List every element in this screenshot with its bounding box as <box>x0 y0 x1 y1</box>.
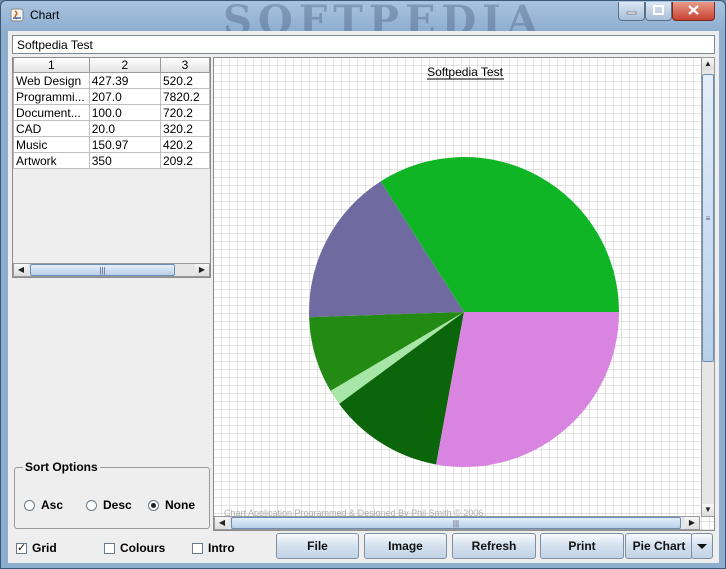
image-button[interactable]: Image <box>364 533 447 559</box>
client-area: Softpedia Test 1 2 3 Web Design 427.39 5… <box>8 31 719 563</box>
maximize-icon <box>653 5 664 15</box>
column-header[interactable]: 3 <box>159 58 210 73</box>
table-cell[interactable]: 20.0 <box>88 120 161 137</box>
grid-checkbox[interactable]: ✓ Grid <box>16 541 57 555</box>
scroll-right-button[interactable]: ▶ <box>195 264 209 276</box>
scroll-thumb[interactable]: ||| <box>231 517 681 529</box>
chart-title: Softpedia Test <box>427 65 503 79</box>
sort-options-title: Sort Options <box>23 460 100 474</box>
scroll-thumb[interactable]: ≡ <box>702 74 714 362</box>
chart-panel: Softpedia Test Chart Application Program… <box>213 57 715 531</box>
table-cell[interactable]: 320.2 <box>159 120 210 137</box>
table-cell[interactable]: Programmi... <box>13 88 90 105</box>
table-header-row: 1 2 3 <box>13 58 210 73</box>
radio-indicator <box>24 499 35 511</box>
table-row: Music 150.97 420.2 <box>13 136 210 153</box>
table-cell[interactable]: 520.2 <box>159 72 210 89</box>
table-cell[interactable]: 420.2 <box>159 136 210 153</box>
radio-indicator <box>148 499 159 511</box>
table-row: CAD 20.0 320.2 <box>13 120 210 137</box>
column-header[interactable]: 2 <box>88 58 161 73</box>
table-row: Artwork 350 209.2 <box>13 152 210 169</box>
checkbox-indicator: ✓ <box>16 541 27 554</box>
table-cell[interactable]: 209.2 <box>159 152 210 169</box>
scroll-up-button[interactable]: ▲ <box>702 58 714 70</box>
java-icon <box>10 8 24 22</box>
data-table: 1 2 3 Web Design 427.39 520.2 Programmi.… <box>13 58 210 169</box>
table-cell[interactable]: 7820.2 <box>159 88 210 105</box>
checkbox-indicator <box>192 542 203 554</box>
sort-asc-radio[interactable]: Asc <box>24 498 63 512</box>
print-button[interactable]: Print <box>540 533 624 559</box>
pie-chart: Softpedia Test Chart Application Program… <box>214 58 714 530</box>
table-horizontal-scrollbar[interactable]: ◀ ||| ▶ <box>13 263 210 277</box>
sort-options-group: Sort Options Asc Desc None <box>14 460 210 529</box>
intro-checkbox[interactable]: Intro <box>192 541 235 555</box>
table-cell[interactable]: Music <box>13 136 90 153</box>
table-cell[interactable]: Artwork <box>13 152 90 169</box>
radio-indicator <box>86 499 97 511</box>
radio-label: Asc <box>41 498 64 512</box>
column-header[interactable]: 1 <box>13 58 90 73</box>
scroll-thumb[interactable]: ||| <box>30 264 175 276</box>
pie-slices <box>309 157 619 468</box>
close-icon <box>688 5 699 15</box>
scroll-left-button[interactable]: ◀ <box>215 517 229 529</box>
title-bar[interactable]: SOFTPEDIA Chart <box>1 1 725 44</box>
minimize-icon <box>626 11 637 15</box>
sort-none-radio[interactable]: None <box>148 498 195 512</box>
minimize-button[interactable] <box>618 2 645 21</box>
table-row: Document... 100.0 720.2 <box>13 104 210 121</box>
table-row: Programmi... 207.0 7820.2 <box>13 88 210 105</box>
table-cell[interactable]: 150.97 <box>88 136 161 153</box>
table-cell[interactable]: CAD <box>13 120 90 137</box>
close-button[interactable] <box>672 2 715 21</box>
radio-label: None <box>165 498 195 512</box>
table-cell[interactable]: Document... <box>13 104 90 121</box>
checkbox-label: Intro <box>208 541 235 555</box>
refresh-button[interactable]: Refresh <box>452 533 536 559</box>
chevron-down-icon <box>697 544 707 549</box>
table-cell[interactable]: 720.2 <box>159 104 210 121</box>
chart-horizontal-scrollbar[interactable]: ◀ ||| ▶ <box>214 516 700 530</box>
scroll-left-button[interactable]: ◀ <box>14 264 28 276</box>
scroll-down-button[interactable]: ▼ <box>702 504 714 516</box>
chart-vertical-scrollbar[interactable]: ▲ ≡ ▼ <box>701 57 715 517</box>
app-window: SOFTPEDIA Chart Softpedia Test 1 2 3 Web… <box>0 0 726 569</box>
checkbox-indicator <box>104 542 115 554</box>
data-table-pane: 1 2 3 Web Design 427.39 520.2 Programmi.… <box>12 57 211 278</box>
chart-type-select[interactable]: Pie Chart <box>625 533 693 559</box>
table-cell[interactable]: Web Design <box>13 72 90 89</box>
colours-checkbox[interactable]: Colours <box>104 541 165 555</box>
table-cell[interactable]: 207.0 <box>88 88 161 105</box>
chart-type-dropdown-button[interactable] <box>691 533 713 559</box>
scroll-right-button[interactable]: ▶ <box>685 517 699 529</box>
table-cell[interactable]: 350 <box>88 152 161 169</box>
file-button[interactable]: File <box>276 533 359 559</box>
radio-label: Desc <box>103 498 132 512</box>
checkbox-label: Grid <box>32 541 57 555</box>
sort-desc-radio[interactable]: Desc <box>86 498 132 512</box>
checkbox-label: Colours <box>120 541 166 555</box>
table-cell[interactable]: 100.0 <box>88 104 161 121</box>
window-title: Chart <box>30 8 60 22</box>
table-row: Web Design 427.39 520.2 <box>13 72 210 89</box>
chart-title-input[interactable]: Softpedia Test <box>12 35 715 54</box>
table-cell[interactable]: 427.39 <box>88 72 161 89</box>
maximize-button[interactable] <box>645 2 672 21</box>
